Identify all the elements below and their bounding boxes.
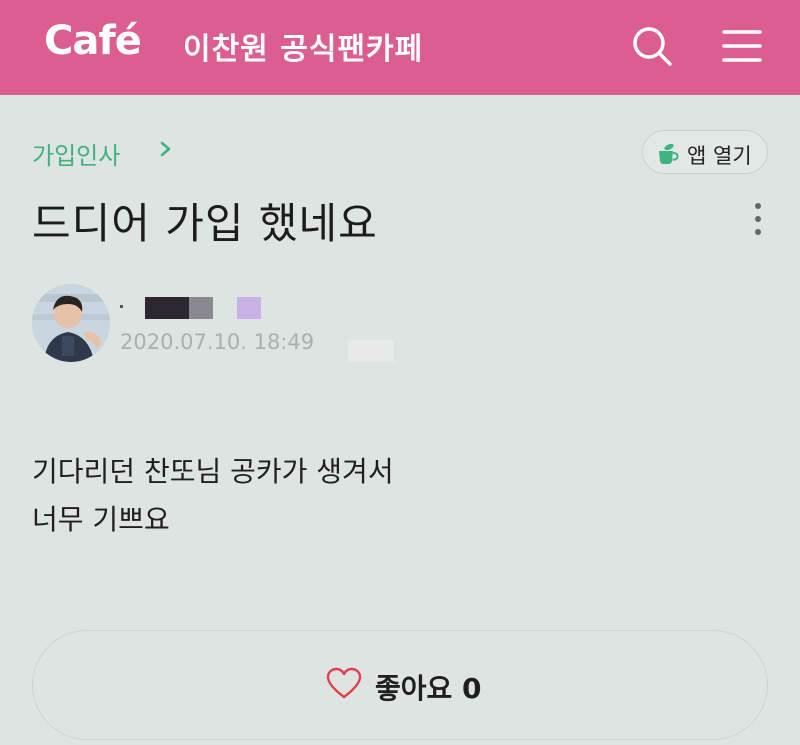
post-body-line: 기다리던 찬또님 공카가 생겨서 [32,455,394,488]
like-count-label: 좋아요 0 [375,672,482,705]
cup-icon [659,143,679,164]
author-level-redaction [237,297,261,319]
author-name-dot [120,305,123,308]
author-name-redaction [145,297,189,319]
post-body-line: 너무 기쁘요 [32,503,170,536]
post-date: 2020.07.10. 18:49 [120,330,315,354]
chevron-right-icon[interactable] [158,138,174,160]
search-button[interactable] [628,22,676,70]
post-body: 기다리던 찬또님 공카가 생겨서 너무 기쁘요 [32,448,394,544]
search-icon [633,27,672,66]
more-options-button[interactable] [748,200,768,240]
cafe-logo[interactable]: Café [44,18,142,64]
author-name-redaction [189,297,213,319]
open-app-button[interactable]: 앱 열기 [642,130,768,174]
app-header: Café 이찬원 공식팬카페 [0,0,800,95]
board-breadcrumb[interactable]: 가입인사 [32,136,120,171]
open-app-label: 앱 열기 [687,144,752,168]
post-meta-redaction [348,340,394,362]
cafe-name[interactable]: 이찬원 공식팬카페 [183,24,423,68]
more-vertical-icon [755,203,761,235]
menu-button[interactable] [718,22,766,70]
like-button[interactable]: 좋아요 0 [32,630,768,740]
author-avatar[interactable] [32,284,110,362]
post-title: 드디어 가입 했네요 [32,199,378,248]
menu-icon [722,30,762,62]
heart-icon [326,667,362,699]
